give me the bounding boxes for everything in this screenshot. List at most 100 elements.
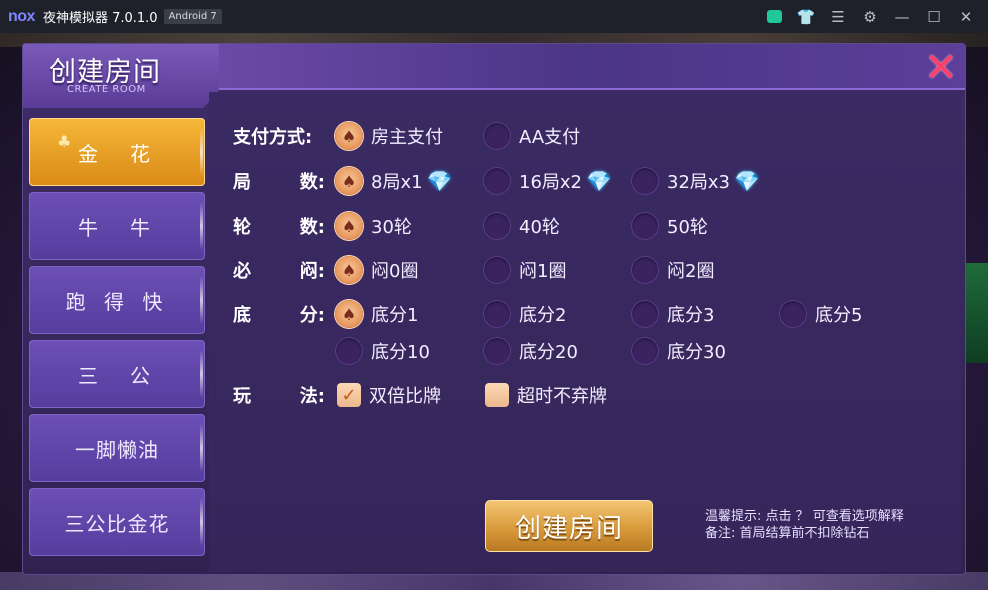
store-icon[interactable] (758, 0, 790, 33)
base-option-10[interactable]: 底分10 (335, 333, 430, 369)
option-label: 8局x1 (371, 172, 423, 193)
option-label: 底分5 (815, 305, 863, 326)
radio-selected-icon: ♠ (335, 256, 363, 284)
minimize-icon[interactable]: — (886, 0, 918, 33)
menu-item-yijiaolanyou[interactable]: 一脚懒油 (29, 414, 205, 482)
tips-text: 温馨提示: 点击 ？ 可查看选项解释 备注: 首局结算前不扣除钻石 (705, 508, 955, 542)
play-mode-row: 玩法: (233, 377, 325, 413)
base-option-20[interactable]: 底分20 (483, 333, 578, 369)
base-option-5[interactable]: 底分5 (779, 296, 862, 332)
play-option-double-compare[interactable]: ✓ 双倍比牌 (337, 377, 441, 413)
tip-line-2: 备注: 首局结算前不扣除钻石 (705, 526, 870, 541)
dialog-subtitle: CREATE ROOM (67, 84, 146, 95)
turns-option-40[interactable]: 40轮 (483, 208, 560, 244)
blind-label: 必闷: (233, 261, 325, 282)
blind-option-0[interactable]: ♠ 闷0圈 (335, 252, 418, 288)
radio-icon (335, 337, 363, 365)
menu-item-gleam (200, 276, 203, 324)
radio-icon (631, 256, 659, 284)
tip-line-1: 温馨提示: 点击 ？ 可查看选项解释 (705, 509, 904, 524)
checkbox-icon (485, 383, 509, 407)
menu-item-jinhua[interactable]: ♣ 金 花 (29, 118, 205, 186)
base-score-label: 底分: (233, 305, 325, 326)
radio-icon (631, 212, 659, 240)
turns-row: 轮数: (233, 208, 325, 244)
option-label: 16局x2 (519, 172, 583, 193)
blind-row: 必闷: (233, 252, 325, 288)
menu-item-label: 跑 得 快 (65, 289, 169, 314)
payment-row: 支付方式: (233, 118, 325, 154)
base-option-2[interactable]: 底分2 (483, 296, 566, 332)
option-label: 32局x3 (667, 172, 731, 193)
create-room-button[interactable]: 创建房间 (485, 500, 653, 552)
radio-icon (631, 167, 659, 195)
option-label: 闷2圈 (667, 261, 715, 282)
turns-option-50[interactable]: 50轮 (631, 208, 708, 244)
blind-option-2[interactable]: 闷2圈 (631, 252, 714, 288)
rounds-option-32[interactable]: 32局x3 💎 (631, 163, 760, 199)
menu-item-gleam (200, 350, 203, 398)
base-option-1[interactable]: ♠ 底分1 (335, 296, 418, 332)
option-label: 闷0圈 (371, 261, 419, 282)
blind-option-1[interactable]: 闷1圈 (483, 252, 566, 288)
shirt-icon[interactable]: 👕 (790, 0, 822, 33)
menu-icon[interactable]: ☰ (822, 0, 854, 33)
radio-selected-icon: ♠ (335, 167, 363, 195)
menu-item-sangong[interactable]: 三 公 (29, 340, 205, 408)
titlebar-controls: 👕 ☰ ⚙ — ☐ ✕ (758, 0, 982, 33)
radio-selected-icon: ♠ (335, 300, 363, 328)
option-label: 50轮 (667, 217, 708, 238)
diamond-icon: 💎 (586, 169, 612, 193)
options-panel: 支付方式: ♠ 房主支付 AA支付 局数: ♠ 8局x1 💎 16局x2 💎 3… (209, 92, 961, 572)
android-version-badge: Android 7 (163, 9, 222, 24)
option-label: 底分30 (667, 342, 726, 363)
turns-option-30[interactable]: ♠ 30轮 (335, 208, 412, 244)
club-icon: ♣ (57, 132, 72, 151)
option-label: 底分20 (519, 342, 578, 363)
option-label: 底分1 (371, 305, 419, 326)
rounds-row: 局数: (233, 163, 325, 199)
menu-item-gleam (200, 128, 203, 176)
menu-item-label: 金 花 (78, 141, 156, 166)
play-mode-label: 玩法: (233, 386, 325, 407)
close-icon[interactable]: ✕ (950, 0, 982, 33)
menu-item-sangong-bijinhua[interactable]: 三公比金花 (29, 488, 205, 556)
rounds-option-8[interactable]: ♠ 8局x1 💎 (335, 163, 453, 199)
checkbox-checked-icon: ✓ (337, 383, 361, 407)
radio-icon (483, 337, 511, 365)
radio-icon (779, 300, 807, 328)
menu-item-label: 三 公 (78, 363, 156, 388)
diamond-icon: 💎 (427, 169, 453, 193)
radio-icon (483, 212, 511, 240)
option-label: 底分2 (519, 305, 567, 326)
menu-item-label: 牛 牛 (78, 215, 156, 240)
menu-item-gleam (200, 498, 203, 546)
play-option-timeout-no-fold[interactable]: 超时不弃牌 (485, 377, 607, 413)
option-label: 超时不弃牌 (517, 386, 607, 407)
maximize-icon[interactable]: ☐ (918, 0, 950, 33)
base-score-row: 底分: (233, 296, 325, 332)
base-option-30[interactable]: 底分30 (631, 333, 726, 369)
radio-icon (631, 300, 659, 328)
turns-label: 轮数: (233, 217, 325, 238)
radio-selected-icon: ♠ (335, 212, 363, 240)
base-option-3[interactable]: 底分3 (631, 296, 714, 332)
settings-icon[interactable]: ⚙ (854, 0, 886, 33)
emulator-titlebar: nox 夜神模拟器 7.0.1.0 Android 7 👕 ☰ ⚙ — ☐ ✕ (0, 0, 988, 33)
radio-selected-icon: ♠ (335, 122, 363, 150)
diamond-icon: 💎 (734, 169, 760, 193)
payment-option-aa[interactable]: AA支付 (483, 118, 580, 154)
rounds-option-16[interactable]: 16局x2 💎 (483, 163, 612, 199)
radio-icon (483, 122, 511, 150)
option-label: 房主支付 (371, 127, 443, 148)
game-type-menu: ♣ 金 花 牛 牛 跑 得 快 三 公 一脚懒油 三公比金花 (29, 118, 205, 562)
payment-option-owner[interactable]: ♠ 房主支付 (335, 118, 443, 154)
menu-item-niuniu[interactable]: 牛 牛 (29, 192, 205, 260)
option-label: 40轮 (519, 217, 560, 238)
menu-item-paodekuai[interactable]: 跑 得 快 (29, 266, 205, 334)
option-label: 双倍比牌 (369, 386, 441, 407)
dialog-close-button[interactable]: ✕ (923, 48, 959, 88)
option-label: 闷1圈 (519, 261, 567, 282)
option-label: 底分10 (371, 342, 430, 363)
payment-label: 支付方式: (233, 127, 313, 148)
